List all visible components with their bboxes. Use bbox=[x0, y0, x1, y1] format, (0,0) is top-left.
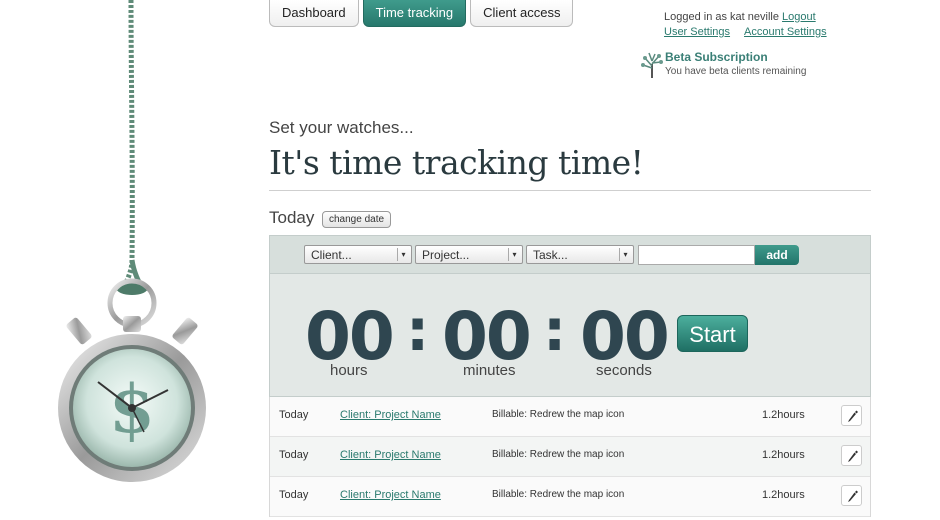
tab-time-tracking[interactable]: Time tracking bbox=[362, 0, 467, 27]
tree-icon bbox=[641, 52, 663, 78]
date-label: Today bbox=[269, 208, 315, 227]
entry-toolbar: Client... ▾ Project... ▾ Task... ▾ add bbox=[270, 236, 870, 274]
add-button[interactable]: add bbox=[755, 245, 799, 265]
pencil-icon bbox=[848, 490, 858, 502]
account-settings-link[interactable]: Account Settings bbox=[744, 26, 827, 38]
entry-project-link[interactable]: Client: Project Name bbox=[340, 449, 441, 461]
divider bbox=[269, 190, 871, 191]
seconds-label: seconds bbox=[596, 362, 652, 379]
entry-date: Today bbox=[279, 489, 309, 501]
client-select-value: Client... bbox=[311, 248, 352, 262]
account-panel: Logged in as kat neville Logout User Set… bbox=[664, 11, 827, 41]
timer-display: 00 : 00 : 00 hours minutes seconds Start bbox=[270, 274, 870, 396]
entry-description: Billable: Redrew the map icon bbox=[492, 449, 625, 460]
edit-entry-button[interactable] bbox=[841, 445, 862, 466]
logout-link[interactable]: Logout bbox=[782, 11, 816, 23]
note-input[interactable] bbox=[638, 245, 755, 265]
task-select[interactable]: Task... ▾ bbox=[526, 245, 634, 264]
project-select-value: Project... bbox=[422, 248, 470, 262]
user-settings-link[interactable]: User Settings bbox=[664, 26, 730, 38]
time-entry-row: Today Client: Project Name Billable: Red… bbox=[270, 397, 870, 437]
time-entry-row: Today Client: Project Name Billable: Red… bbox=[270, 437, 870, 477]
entry-description: Billable: Redrew the map icon bbox=[492, 409, 625, 420]
entry-date: Today bbox=[279, 449, 309, 461]
entry-description: Billable: Redrew the map icon bbox=[492, 489, 625, 500]
page-title: It's time tracking time! bbox=[269, 143, 644, 182]
pencil-icon bbox=[848, 450, 858, 462]
time-entry-row: Today Client: Project Name Billable: Red… bbox=[270, 477, 870, 517]
time-entries-list: Today Client: Project Name Billable: Red… bbox=[269, 397, 871, 517]
entry-hours: 1.2hours bbox=[762, 449, 805, 461]
pencil-icon bbox=[848, 410, 858, 422]
edit-entry-button[interactable] bbox=[841, 485, 862, 506]
tab-dashboard[interactable]: Dashboard bbox=[269, 0, 359, 27]
tab-client-access[interactable]: Client access bbox=[470, 0, 574, 27]
beta-title: Beta Subscription bbox=[665, 50, 768, 64]
page-subtitle: Set your watches... bbox=[269, 118, 414, 137]
timer-separator: : bbox=[543, 296, 567, 364]
beta-subscription: Beta Subscription You have beta clients … bbox=[641, 50, 841, 82]
hours-label: hours bbox=[330, 362, 368, 379]
chevron-down-icon: ▾ bbox=[619, 248, 631, 261]
entry-date: Today bbox=[279, 409, 309, 421]
entry-project-link[interactable]: Client: Project Name bbox=[340, 409, 441, 421]
minutes-label: minutes bbox=[463, 362, 516, 379]
change-date-button[interactable]: change date bbox=[322, 211, 392, 228]
entry-hours: 1.2hours bbox=[762, 409, 805, 421]
edit-entry-button[interactable] bbox=[841, 405, 862, 426]
logged-in-text: Logged in as kat neville bbox=[664, 11, 779, 23]
beta-subtitle: You have beta clients remaining bbox=[665, 66, 807, 77]
timer-separator: : bbox=[406, 296, 430, 364]
task-select-value: Task... bbox=[533, 248, 568, 262]
entry-hours: 1.2hours bbox=[762, 489, 805, 501]
stopwatch-illustration: $ bbox=[40, 0, 240, 520]
entry-project-link[interactable]: Client: Project Name bbox=[340, 489, 441, 501]
tracker-panel: Client... ▾ Project... ▾ Task... ▾ add 0… bbox=[269, 235, 871, 397]
chevron-down-icon: ▾ bbox=[397, 248, 409, 261]
chevron-down-icon: ▾ bbox=[508, 248, 520, 261]
project-select[interactable]: Project... ▾ bbox=[415, 245, 523, 264]
client-select[interactable]: Client... ▾ bbox=[304, 245, 412, 264]
start-button[interactable]: Start bbox=[677, 315, 748, 352]
main-nav: Dashboard Time tracking Client access bbox=[269, 0, 574, 27]
